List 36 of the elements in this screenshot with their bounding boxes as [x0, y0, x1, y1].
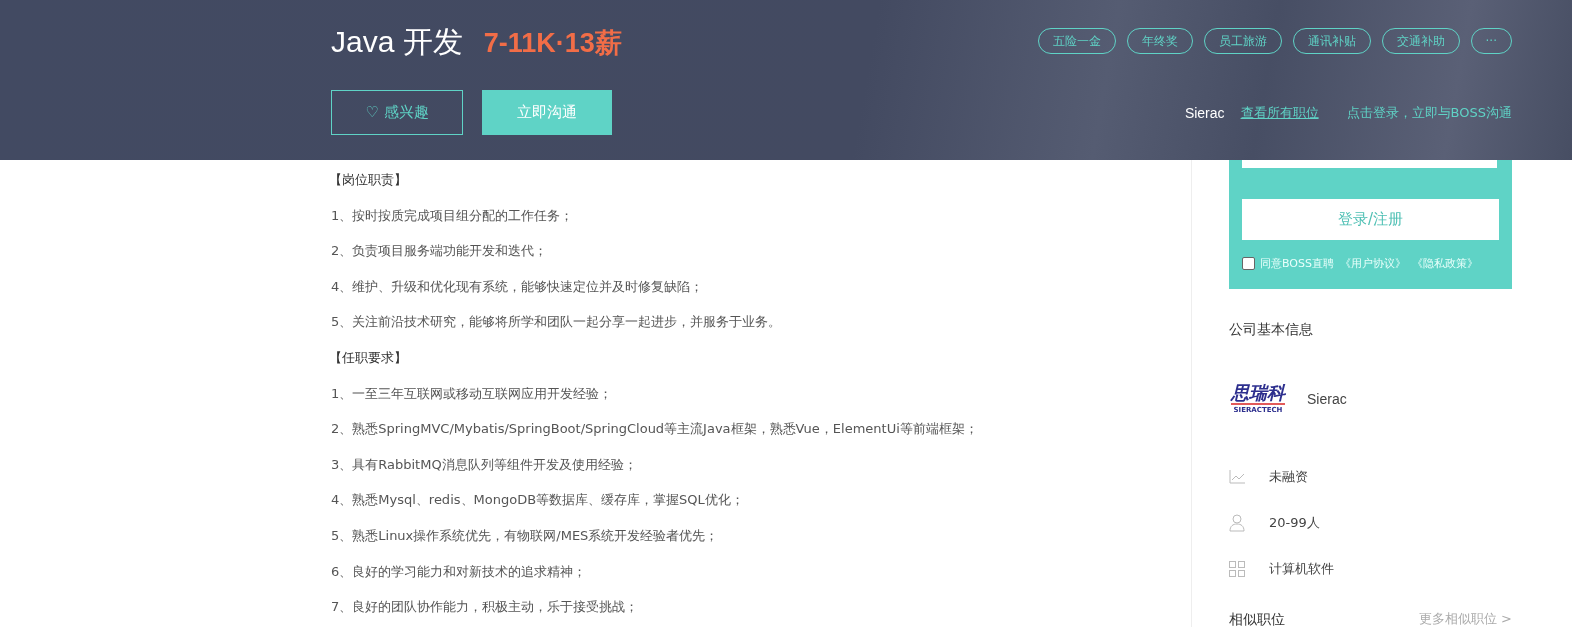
company-name: Sierac: [1307, 391, 1347, 408]
company-fact: 计算机软件: [1269, 559, 1334, 578]
company-name: Sierac: [1184, 104, 1225, 121]
job-title: Java 开发: [331, 25, 463, 58]
requirement-text: 2、负责项目服务端功能开发和迭代；: [331, 242, 549, 261]
chat-button[interactable]: 立即沟通: [482, 90, 612, 135]
grid-icon: [1229, 560, 1245, 577]
all-jobs-link[interactable]: 查看所有职位: [1240, 103, 1319, 122]
requirement-text: 1、一至三年互联网或移动互联网应用开发经验；: [331, 384, 614, 403]
policy-link[interactable]: 《隐私政策》: [1412, 256, 1478, 271]
checkbox[interactable]: [1242, 257, 1255, 270]
requirement-text: 4、维护、升级和优化现有系统，能够快速定位并及时修复缺陷；: [331, 277, 705, 296]
input-field[interactable]: [1242, 160, 1497, 168]
requirement-text: 2、熟悉SpringMVC/Mybatis/SpringBoot/SpringCloud等主流Java框架，熟悉Vue，ElementUi等前端框架；: [331, 420, 979, 439]
section-title: 公司基本信息: [1229, 321, 1314, 340]
section-title: 相似职位: [1229, 611, 1285, 627]
requirement-text: 7、良好的团队协作能力，积极主动，乐于接受挑战；: [331, 598, 640, 617]
login-link[interactable]: 点击登录，立即与BOSS沟通: [1346, 103, 1512, 122]
requirement-text: 5、关注前沿技术研究，能够将所学和团队一起分享一起进步，并服务于业务。: [331, 313, 783, 332]
interest-button[interactable]: ♡ 感兴趣: [331, 90, 463, 135]
login-button[interactable]: 登录/注册: [1242, 199, 1499, 240]
salary: 7-11K·13薪: [483, 28, 622, 58]
requirement-text: 6、良好的学习能力和对新技术的追求精神；: [331, 562, 588, 581]
requirement-text: 5、熟悉Linux操作系统优先，有物联网/MES系统开发经验者优先；: [331, 526, 720, 545]
company-fact: 20-99人: [1269, 513, 1320, 532]
company-fact: 未融资: [1269, 467, 1308, 486]
policy-link[interactable]: 《用户协议》: [1340, 256, 1406, 271]
requirement-text: 1、按时按质完成项目组分配的工作任务；: [331, 206, 575, 225]
chart-icon: [1229, 469, 1245, 484]
agree-label: 同意BOSS直聘: [1260, 256, 1334, 271]
requirement-text: 3、具有RabbitMQ消息队列等组件开发及使用经验；: [331, 455, 638, 474]
section-heading: 【岗位职责】: [329, 171, 408, 189]
section-heading: 【任职要求】: [329, 348, 408, 367]
person-icon: [1229, 513, 1245, 532]
requirement-text: 4、熟悉Mysql、redis、MongoDB等数据库、缓存库，掌握SQL优化；: [331, 491, 745, 510]
more-jobs-link[interactable]: 更多相似职位 >: [1418, 611, 1512, 627]
